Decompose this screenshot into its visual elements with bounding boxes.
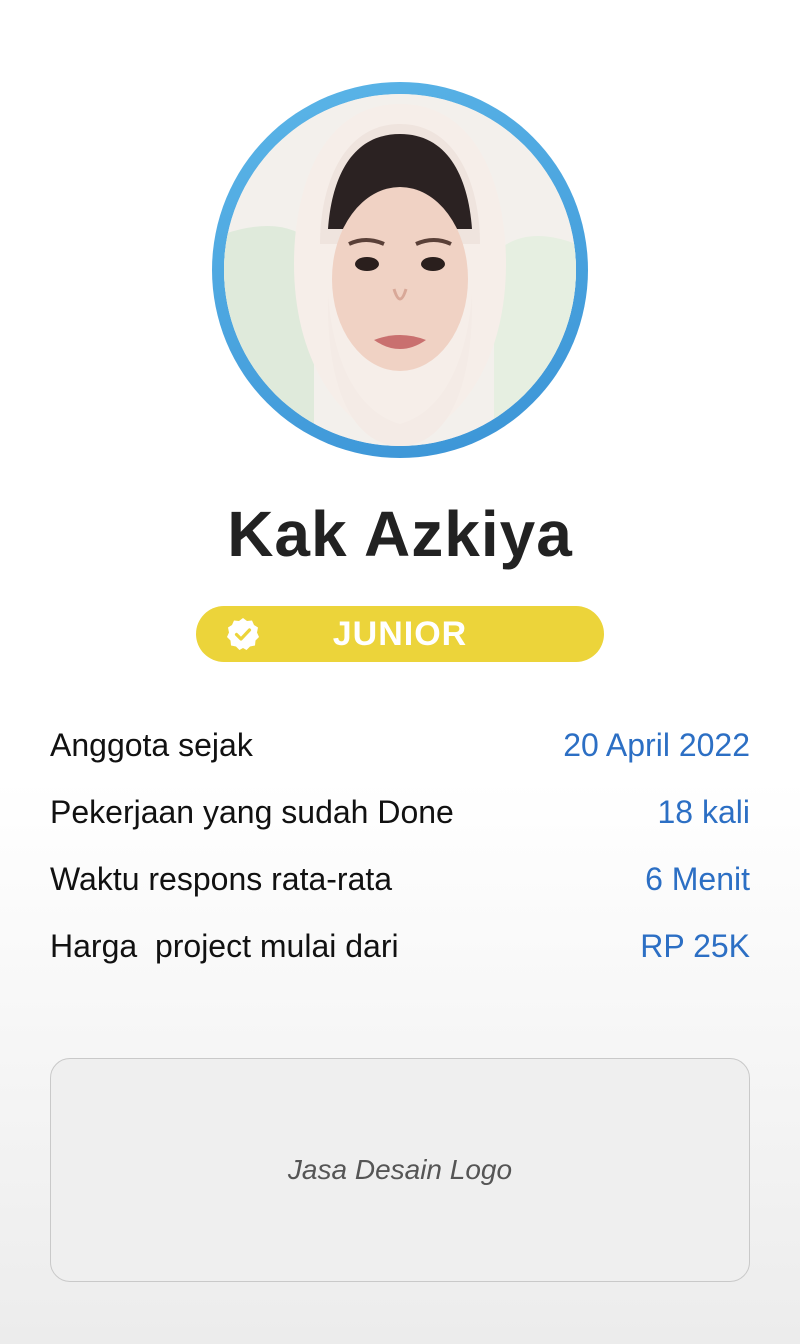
level-badge-label: JUNIOR	[332, 615, 468, 653]
stat-row-response-time: Waktu respons rata-rata 6 Menit	[50, 846, 750, 913]
stats-list: Anggota sejak 20 April 2022 Pekerjaan ya…	[50, 712, 750, 980]
stat-label: Harga project mulai dari	[50, 928, 399, 964]
avatar-ring	[212, 82, 588, 458]
service-description-text: Jasa Desain Logo	[287, 1154, 513, 1185]
profile-photo	[224, 94, 576, 446]
stat-value: RP 25K	[640, 928, 750, 964]
stat-label: Anggota sejak	[50, 727, 253, 763]
level-badge: JUNIOR	[196, 606, 604, 662]
stat-row-member-since: Anggota sejak 20 April 2022	[50, 712, 750, 779]
stat-value: 20 April 2022	[563, 727, 750, 763]
stat-value: 18 kali	[657, 794, 751, 830]
avatar	[224, 94, 576, 446]
verified-check-icon	[227, 618, 259, 650]
service-description-box: Jasa Desain Logo	[50, 1058, 750, 1282]
stat-label: Pekerjaan yang sudah Done	[50, 794, 454, 830]
stat-label: Waktu respons rata-rata	[50, 861, 393, 897]
stat-row-starting-price: Harga project mulai dari RP 25K	[50, 913, 750, 980]
profile-name: Kak Azkiya	[227, 498, 573, 570]
stat-row-jobs-done: Pekerjaan yang sudah Done 18 kali	[50, 779, 750, 846]
stat-value: 6 Menit	[645, 861, 750, 897]
